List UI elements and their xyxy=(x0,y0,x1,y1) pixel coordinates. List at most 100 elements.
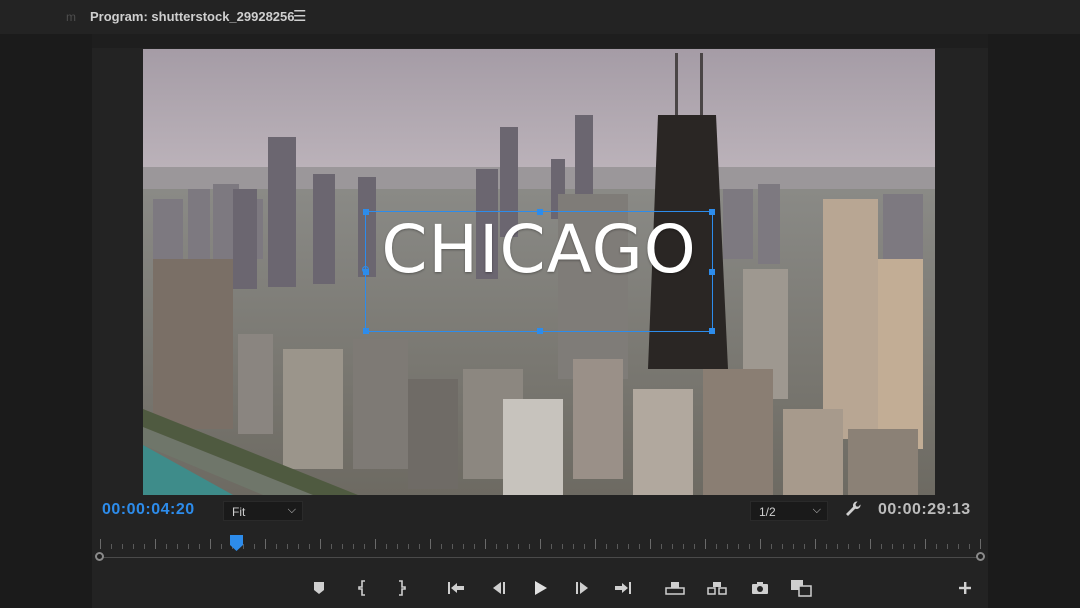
playhead[interactable] xyxy=(230,535,244,551)
ruler-tick xyxy=(210,539,211,549)
previous-panel-tab[interactable]: m xyxy=(66,10,76,24)
ruler-tick xyxy=(397,544,398,549)
chevron-down-icon: ⌵ xyxy=(812,504,821,516)
ruler-tick xyxy=(331,544,332,549)
right-workspace-area xyxy=(988,34,1080,608)
panel-title[interactable]: Program: shutterstock_29928256 xyxy=(90,9,295,24)
ruler-tick xyxy=(254,544,255,549)
ruler-tick xyxy=(364,544,365,549)
ruler-tick xyxy=(166,544,167,549)
resize-handle-bottom-center[interactable] xyxy=(537,328,543,334)
ruler-tick xyxy=(551,544,552,549)
ruler-tick xyxy=(925,539,926,549)
left-workspace-area xyxy=(0,34,92,608)
ruler-tick xyxy=(573,544,574,549)
go-to-out-icon[interactable] xyxy=(612,578,634,598)
zoom-level-value: Fit xyxy=(232,505,246,519)
ruler-tick xyxy=(782,544,783,549)
ruler-tick xyxy=(485,539,486,549)
ruler-tick xyxy=(837,544,838,549)
ruler-tick xyxy=(529,544,530,549)
ruler-tick xyxy=(386,544,387,549)
ruler-track xyxy=(100,557,980,558)
resize-handle-top-left[interactable] xyxy=(363,209,369,215)
ruler-tick xyxy=(221,544,222,549)
ruler-tick xyxy=(749,544,750,549)
ruler-tick xyxy=(122,544,123,549)
ruler-tick xyxy=(980,539,981,549)
ruler-tick xyxy=(584,544,585,549)
ruler-tick xyxy=(463,544,464,549)
step-forward-icon[interactable] xyxy=(571,578,593,598)
ruler-tick xyxy=(881,544,882,549)
ruler-tick xyxy=(430,539,431,549)
mark-in-icon[interactable] xyxy=(352,578,374,598)
ruler-tick xyxy=(408,544,409,549)
out-range-handle[interactable] xyxy=(976,552,985,561)
comparison-view-icon[interactable] xyxy=(790,578,812,598)
button-editor-icon[interactable] xyxy=(954,578,976,598)
resize-handle-bottom-left[interactable] xyxy=(363,328,369,334)
current-timecode[interactable]: 00:00:04:20 xyxy=(102,501,195,519)
ruler-tick xyxy=(661,544,662,549)
ruler-tick xyxy=(870,539,871,549)
ruler-tick xyxy=(760,539,761,549)
ruler-tick xyxy=(276,544,277,549)
ruler-tick xyxy=(309,544,310,549)
mark-out-icon[interactable] xyxy=(390,578,412,598)
ruler-tick xyxy=(793,544,794,549)
ruler-tick xyxy=(947,544,948,549)
title-text[interactable]: CHICAGO xyxy=(366,212,712,288)
wrench-icon[interactable] xyxy=(843,499,863,519)
ruler-tick xyxy=(100,539,101,549)
program-monitor-app: m Program: shutterstock_29928256 ☰ CHICA… xyxy=(0,0,1080,608)
ruler-tick xyxy=(914,544,915,549)
ruler-tick xyxy=(375,539,376,549)
playback-resolution-dropdown[interactable]: 1/2 ⌵ xyxy=(750,501,828,521)
resize-handle-top-center[interactable] xyxy=(537,209,543,215)
extract-icon[interactable] xyxy=(706,578,728,598)
play-icon[interactable] xyxy=(529,578,551,598)
ruler-tick xyxy=(540,539,541,549)
export-frame-icon[interactable] xyxy=(749,578,771,598)
resize-handle-top-right[interactable] xyxy=(709,209,715,215)
ruler-tick xyxy=(265,539,266,549)
anchor-point[interactable] xyxy=(362,266,369,273)
ruler-tick xyxy=(441,544,442,549)
ruler-tick xyxy=(562,544,563,549)
title-bounding-box[interactable]: CHICAGO xyxy=(362,209,715,334)
ruler-tick xyxy=(133,544,134,549)
step-back-icon[interactable] xyxy=(488,578,510,598)
ruler-tick xyxy=(694,544,695,549)
go-to-in-icon[interactable] xyxy=(445,578,467,598)
ruler-tick xyxy=(353,544,354,549)
hamburger-icon[interactable]: ☰ xyxy=(293,7,306,25)
zoom-level-dropdown[interactable]: Fit ⌵ xyxy=(223,501,303,521)
add-marker-icon[interactable] xyxy=(308,578,330,598)
resize-handle-bottom-right[interactable] xyxy=(709,328,715,334)
duration-timecode: 00:00:29:13 xyxy=(878,501,971,518)
ruler-tick xyxy=(848,544,849,549)
resize-handle-middle-right[interactable] xyxy=(709,269,715,275)
ruler-tick xyxy=(199,544,200,549)
ruler-tick xyxy=(287,544,288,549)
ruler-tick xyxy=(320,539,321,549)
ruler-tick xyxy=(298,544,299,549)
ruler-tick xyxy=(683,544,684,549)
ruler-tick xyxy=(859,544,860,549)
ruler-tick xyxy=(155,539,156,549)
ruler-tick xyxy=(452,544,453,549)
lift-icon[interactable] xyxy=(664,578,686,598)
ruler-tick xyxy=(804,544,805,549)
ruler-tick xyxy=(727,544,728,549)
ruler-tick xyxy=(815,539,816,549)
ruler-tick xyxy=(705,539,706,549)
ruler-tick xyxy=(969,544,970,549)
playback-resolution-value: 1/2 xyxy=(759,505,776,519)
in-range-handle[interactable] xyxy=(95,552,104,561)
ruler-tick xyxy=(826,544,827,549)
ruler-tick xyxy=(474,544,475,549)
ruler-tick xyxy=(595,539,596,549)
ruler-tick xyxy=(606,544,607,549)
ruler-tick xyxy=(936,544,937,549)
